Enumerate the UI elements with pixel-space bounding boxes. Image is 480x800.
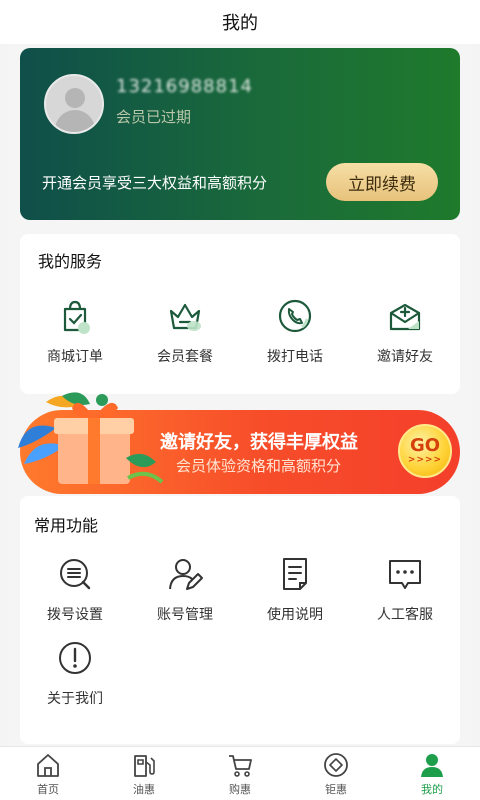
- membership-status: 会员已过期: [116, 108, 192, 126]
- invite-banner[interactable]: 邀请好友，获得丰厚权益 会员体验资格和高额积分 GO >>>>: [18, 392, 460, 494]
- header: 我的: [0, 0, 480, 44]
- service-label: 商城订单: [47, 349, 103, 365]
- function-label: 人工客服: [377, 607, 433, 623]
- nav-fuel[interactable]: 油惠: [96, 747, 192, 800]
- shopping-bag-icon: [55, 296, 95, 336]
- nav-home[interactable]: 首页: [0, 747, 96, 800]
- functions-grid-row-1: 拨号设置 账号管理 使用说明 人工客服: [20, 554, 460, 624]
- diamond-icon: [322, 751, 350, 779]
- nav-label: 钜惠: [325, 783, 347, 796]
- nav-label: 购惠: [229, 783, 251, 796]
- service-shop-orders[interactable]: 商城订单: [20, 296, 130, 366]
- nav-label: 我的: [421, 783, 443, 796]
- content-area[interactable]: 13216988814 会员已过期 开通会员享受三大权益和高额积分 立即续费 我…: [8, 44, 472, 746]
- service-label: 拨打电话: [267, 349, 323, 365]
- user-phone: 13216988814: [116, 76, 253, 97]
- function-label: 账号管理: [157, 607, 213, 623]
- list-search-icon: [55, 554, 95, 594]
- user-edit-icon: [165, 554, 205, 594]
- phone-icon: [275, 296, 315, 336]
- service-label: 邀请好友: [377, 349, 433, 365]
- chat-icon: [385, 554, 425, 594]
- mail-icon: [385, 296, 425, 336]
- cart-icon: [226, 751, 254, 779]
- functions-grid-row-2: 关于我们: [20, 638, 460, 708]
- info-icon: [55, 638, 95, 678]
- my-services-card: 我的服务 商城订单 会员套餐 拨打电话 邀请好友: [20, 234, 460, 394]
- page-title: 我的: [222, 13, 258, 34]
- gift-illustration: [18, 392, 164, 484]
- function-about-us[interactable]: 关于我们: [20, 638, 130, 708]
- document-icon: [275, 554, 315, 594]
- go-button[interactable]: GO >>>>: [398, 424, 452, 478]
- function-label: 关于我们: [47, 691, 103, 707]
- bottom-nav: 首页 油惠 购惠 钜惠 我的: [0, 746, 480, 800]
- function-account-management[interactable]: 账号管理: [130, 554, 240, 624]
- membership-promo-text: 开通会员享受三大权益和高额积分: [42, 174, 268, 192]
- crown-icon: [165, 296, 205, 336]
- service-invite-friends[interactable]: 邀请好友: [350, 296, 460, 366]
- banner-title: 邀请好友，获得丰厚权益: [160, 432, 358, 453]
- functions-title: 常用功能: [34, 516, 99, 535]
- service-label: 会员套餐: [157, 349, 213, 365]
- common-functions-card: 常用功能 拨号设置 账号管理 使用说明 人工客服 关于我们: [20, 496, 460, 744]
- function-label: 拨号设置: [47, 607, 103, 623]
- avatar[interactable]: [44, 74, 104, 134]
- nav-label: 首页: [37, 783, 59, 796]
- nav-label: 油惠: [133, 783, 155, 796]
- fuel-pump-icon: [130, 751, 158, 779]
- nav-deals[interactable]: 钜惠: [288, 747, 384, 800]
- function-label: 使用说明: [267, 607, 323, 623]
- service-member-plans[interactable]: 会员套餐: [130, 296, 240, 366]
- function-dial-settings[interactable]: 拨号设置: [20, 554, 130, 624]
- function-customer-service[interactable]: 人工客服: [350, 554, 460, 624]
- member-card: 13216988814 会员已过期 开通会员享受三大权益和高额积分 立即续费: [20, 48, 460, 220]
- go-arrows: >>>>: [407, 455, 443, 465]
- banner-subtitle: 会员体验资格和高额积分: [176, 457, 342, 475]
- services-grid: 商城订单 会员套餐 拨打电话 邀请好友: [20, 296, 460, 366]
- user-icon: [418, 751, 446, 779]
- nav-shopping[interactable]: 购惠: [192, 747, 288, 800]
- function-instructions[interactable]: 使用说明: [240, 554, 350, 624]
- service-call-phone[interactable]: 拨打电话: [240, 296, 350, 366]
- go-label: GO: [409, 435, 441, 456]
- nav-mine[interactable]: 我的: [384, 747, 480, 800]
- home-icon: [34, 751, 62, 779]
- renew-button[interactable]: 立即续费: [326, 163, 438, 201]
- services-title: 我的服务: [38, 252, 103, 271]
